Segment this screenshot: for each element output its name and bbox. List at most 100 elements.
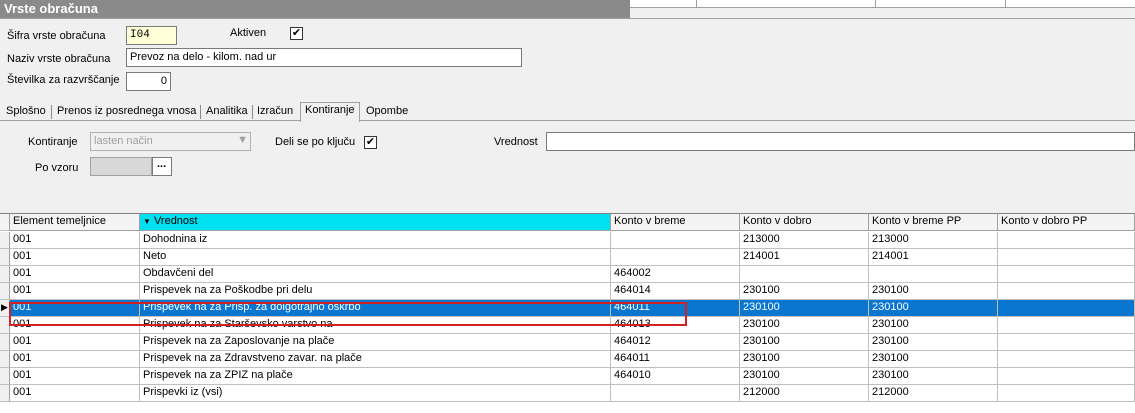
table-cell[interactable]: 464014 <box>611 283 740 300</box>
table-cell[interactable]: 230100 <box>869 300 998 317</box>
col-konto-breme-pp[interactable]: Konto v breme PP <box>869 214 998 231</box>
table-cell[interactable]: 212000 <box>740 385 869 402</box>
table-cell[interactable] <box>611 232 740 249</box>
table-cell[interactable] <box>611 249 740 266</box>
tab-izracun[interactable]: Izračun <box>253 104 297 121</box>
table-cell[interactable]: 230100 <box>740 334 869 351</box>
table-cell[interactable] <box>998 232 1135 249</box>
table-cell[interactable]: Prispevek na za Zaposlovanje na plače <box>140 334 611 351</box>
table-cell[interactable]: 464011 <box>611 351 740 368</box>
table-cell[interactable] <box>998 334 1135 351</box>
table-cell[interactable] <box>998 266 1135 283</box>
table-cell[interactable] <box>740 266 869 283</box>
table-row[interactable]: 001 Prispevki iz (vsi) 212000 212000 <box>0 385 1135 402</box>
row-indicator[interactable] <box>0 232 10 249</box>
row-indicator[interactable] <box>0 283 10 300</box>
table-row[interactable]: 001 Neto 214001 214001 <box>0 249 1135 266</box>
table-cell[interactable] <box>998 368 1135 385</box>
col-konto-dobro[interactable]: Konto v dobro <box>740 214 869 231</box>
table-cell[interactable]: 464010 <box>611 368 740 385</box>
row-indicator[interactable] <box>0 385 10 402</box>
table-cell[interactable]: 001 <box>10 283 140 300</box>
table-cell[interactable]: 001 <box>10 351 140 368</box>
table-row[interactable]: ▶ 001 Prispevek na za Prisp. za dolgotrajn… <box>0 300 1135 317</box>
table-cell[interactable] <box>998 317 1135 334</box>
table-row[interactable]: 001 Prispevek na za Zdravstveno zavar. na… <box>0 351 1135 368</box>
tab-splosno[interactable]: Splošno <box>2 104 50 121</box>
sifra-field[interactable]: I04 <box>126 26 177 45</box>
aktiven-checkbox[interactable]: ✔ <box>290 27 303 40</box>
table-cell[interactable]: Prispevek na za Prisp. za dolgotrajno os… <box>140 300 611 317</box>
row-indicator[interactable] <box>0 368 10 385</box>
row-indicator[interactable] <box>0 334 10 351</box>
table-cell[interactable]: 001 <box>10 368 140 385</box>
table-cell[interactable]: 230100 <box>740 317 869 334</box>
table-cell[interactable]: 001 <box>10 300 140 317</box>
col-vrednost[interactable]: ▼ Vrednost <box>140 214 611 231</box>
table-cell[interactable]: 001 <box>10 334 140 351</box>
table-row[interactable]: 001 Obdavčeni del 464002 <box>0 266 1135 283</box>
table-cell[interactable]: 001 <box>10 249 140 266</box>
table-row[interactable]: 001 Prispevek na za Zaposlovanje na plače… <box>0 334 1135 351</box>
ellipsis-button[interactable]: ... <box>152 157 172 176</box>
table-cell[interactable]: 230100 <box>740 300 869 317</box>
table-cell[interactable]: Prispevek na za Zdravstveno zavar. na pl… <box>140 351 611 368</box>
table-cell[interactable]: 464002 <box>611 266 740 283</box>
tab-opombe[interactable]: Opombe <box>362 104 412 121</box>
tab-kontiranje[interactable]: Kontiranje <box>300 102 360 122</box>
table-cell[interactable] <box>998 283 1135 300</box>
table-cell[interactable]: 001 <box>10 317 140 334</box>
table-cell[interactable]: 230100 <box>869 368 998 385</box>
table-cell[interactable]: Prispevki iz (vsi) <box>140 385 611 402</box>
table-row[interactable]: 001 Prispevek na za ZPIZ na plače 464010 23… <box>0 368 1135 385</box>
table-cell[interactable]: 464013 <box>611 317 740 334</box>
table-cell[interactable]: 213000 <box>869 232 998 249</box>
table-cell[interactable]: 230100 <box>869 334 998 351</box>
table-cell[interactable] <box>869 266 998 283</box>
deli-checkbox[interactable]: ✔ <box>364 136 377 149</box>
table-cell[interactable]: 230100 <box>869 283 998 300</box>
table-cell[interactable]: 230100 <box>740 351 869 368</box>
table-cell[interactable] <box>998 351 1135 368</box>
vrednost-field[interactable] <box>546 132 1135 151</box>
table-cell[interactable]: Dohodnina iz <box>140 232 611 249</box>
po-vzoru-field[interactable] <box>90 157 152 176</box>
table-cell[interactable]: 213000 <box>740 232 869 249</box>
table-cell[interactable]: 214001 <box>869 249 998 266</box>
table-cell[interactable] <box>998 300 1135 317</box>
table-cell[interactable] <box>998 249 1135 266</box>
row-indicator[interactable]: ▶ <box>0 300 10 317</box>
table-cell[interactable]: 230100 <box>869 317 998 334</box>
table-cell[interactable]: 464012 <box>611 334 740 351</box>
table-cell[interactable] <box>998 385 1135 402</box>
table-row[interactable]: 001 Prispevek na za Starševsko varstvo na… <box>0 317 1135 334</box>
row-indicator[interactable] <box>0 351 10 368</box>
table-cell[interactable]: 001 <box>10 385 140 402</box>
table-cell[interactable]: 230100 <box>740 283 869 300</box>
table-row[interactable]: 001 Prispevek na za Poškodbe pri delu 4640… <box>0 283 1135 300</box>
stevilka-field[interactable]: 0 <box>126 72 171 91</box>
table-cell[interactable]: 464011 <box>611 300 740 317</box>
table-cell[interactable]: Prispevek na za ZPIZ na plače <box>140 368 611 385</box>
tab-analitika[interactable]: Analitika <box>202 104 252 121</box>
table-cell[interactable]: 212000 <box>869 385 998 402</box>
table-cell[interactable]: Obdavčeni del <box>140 266 611 283</box>
table-cell[interactable]: Neto <box>140 249 611 266</box>
col-konto-breme[interactable]: Konto v breme <box>611 214 740 231</box>
table-cell[interactable]: 230100 <box>740 368 869 385</box>
kontiranje-select[interactable]: lasten način ▼ <box>90 132 251 151</box>
table-cell[interactable]: Prispevek na za Starševsko varstvo na <box>140 317 611 334</box>
row-indicator[interactable] <box>0 249 10 266</box>
col-element[interactable]: Element temeljnice <box>10 214 140 231</box>
row-indicator[interactable] <box>0 266 10 283</box>
table-cell[interactable]: Prispevek na za Poškodbe pri delu <box>140 283 611 300</box>
table-cell[interactable] <box>611 385 740 402</box>
col-konto-dobro-pp[interactable]: Konto v dobro PP <box>998 214 1135 231</box>
table-cell[interactable]: 001 <box>10 232 140 249</box>
naziv-field[interactable]: Prevoz na delo - kilom. nad ur <box>126 48 522 67</box>
table-cell[interactable]: 214001 <box>740 249 869 266</box>
table-cell[interactable]: 230100 <box>869 351 998 368</box>
table-cell[interactable]: 001 <box>10 266 140 283</box>
row-indicator[interactable] <box>0 317 10 334</box>
table-row[interactable]: 001 Dohodnina iz 213000 213000 <box>0 232 1135 249</box>
